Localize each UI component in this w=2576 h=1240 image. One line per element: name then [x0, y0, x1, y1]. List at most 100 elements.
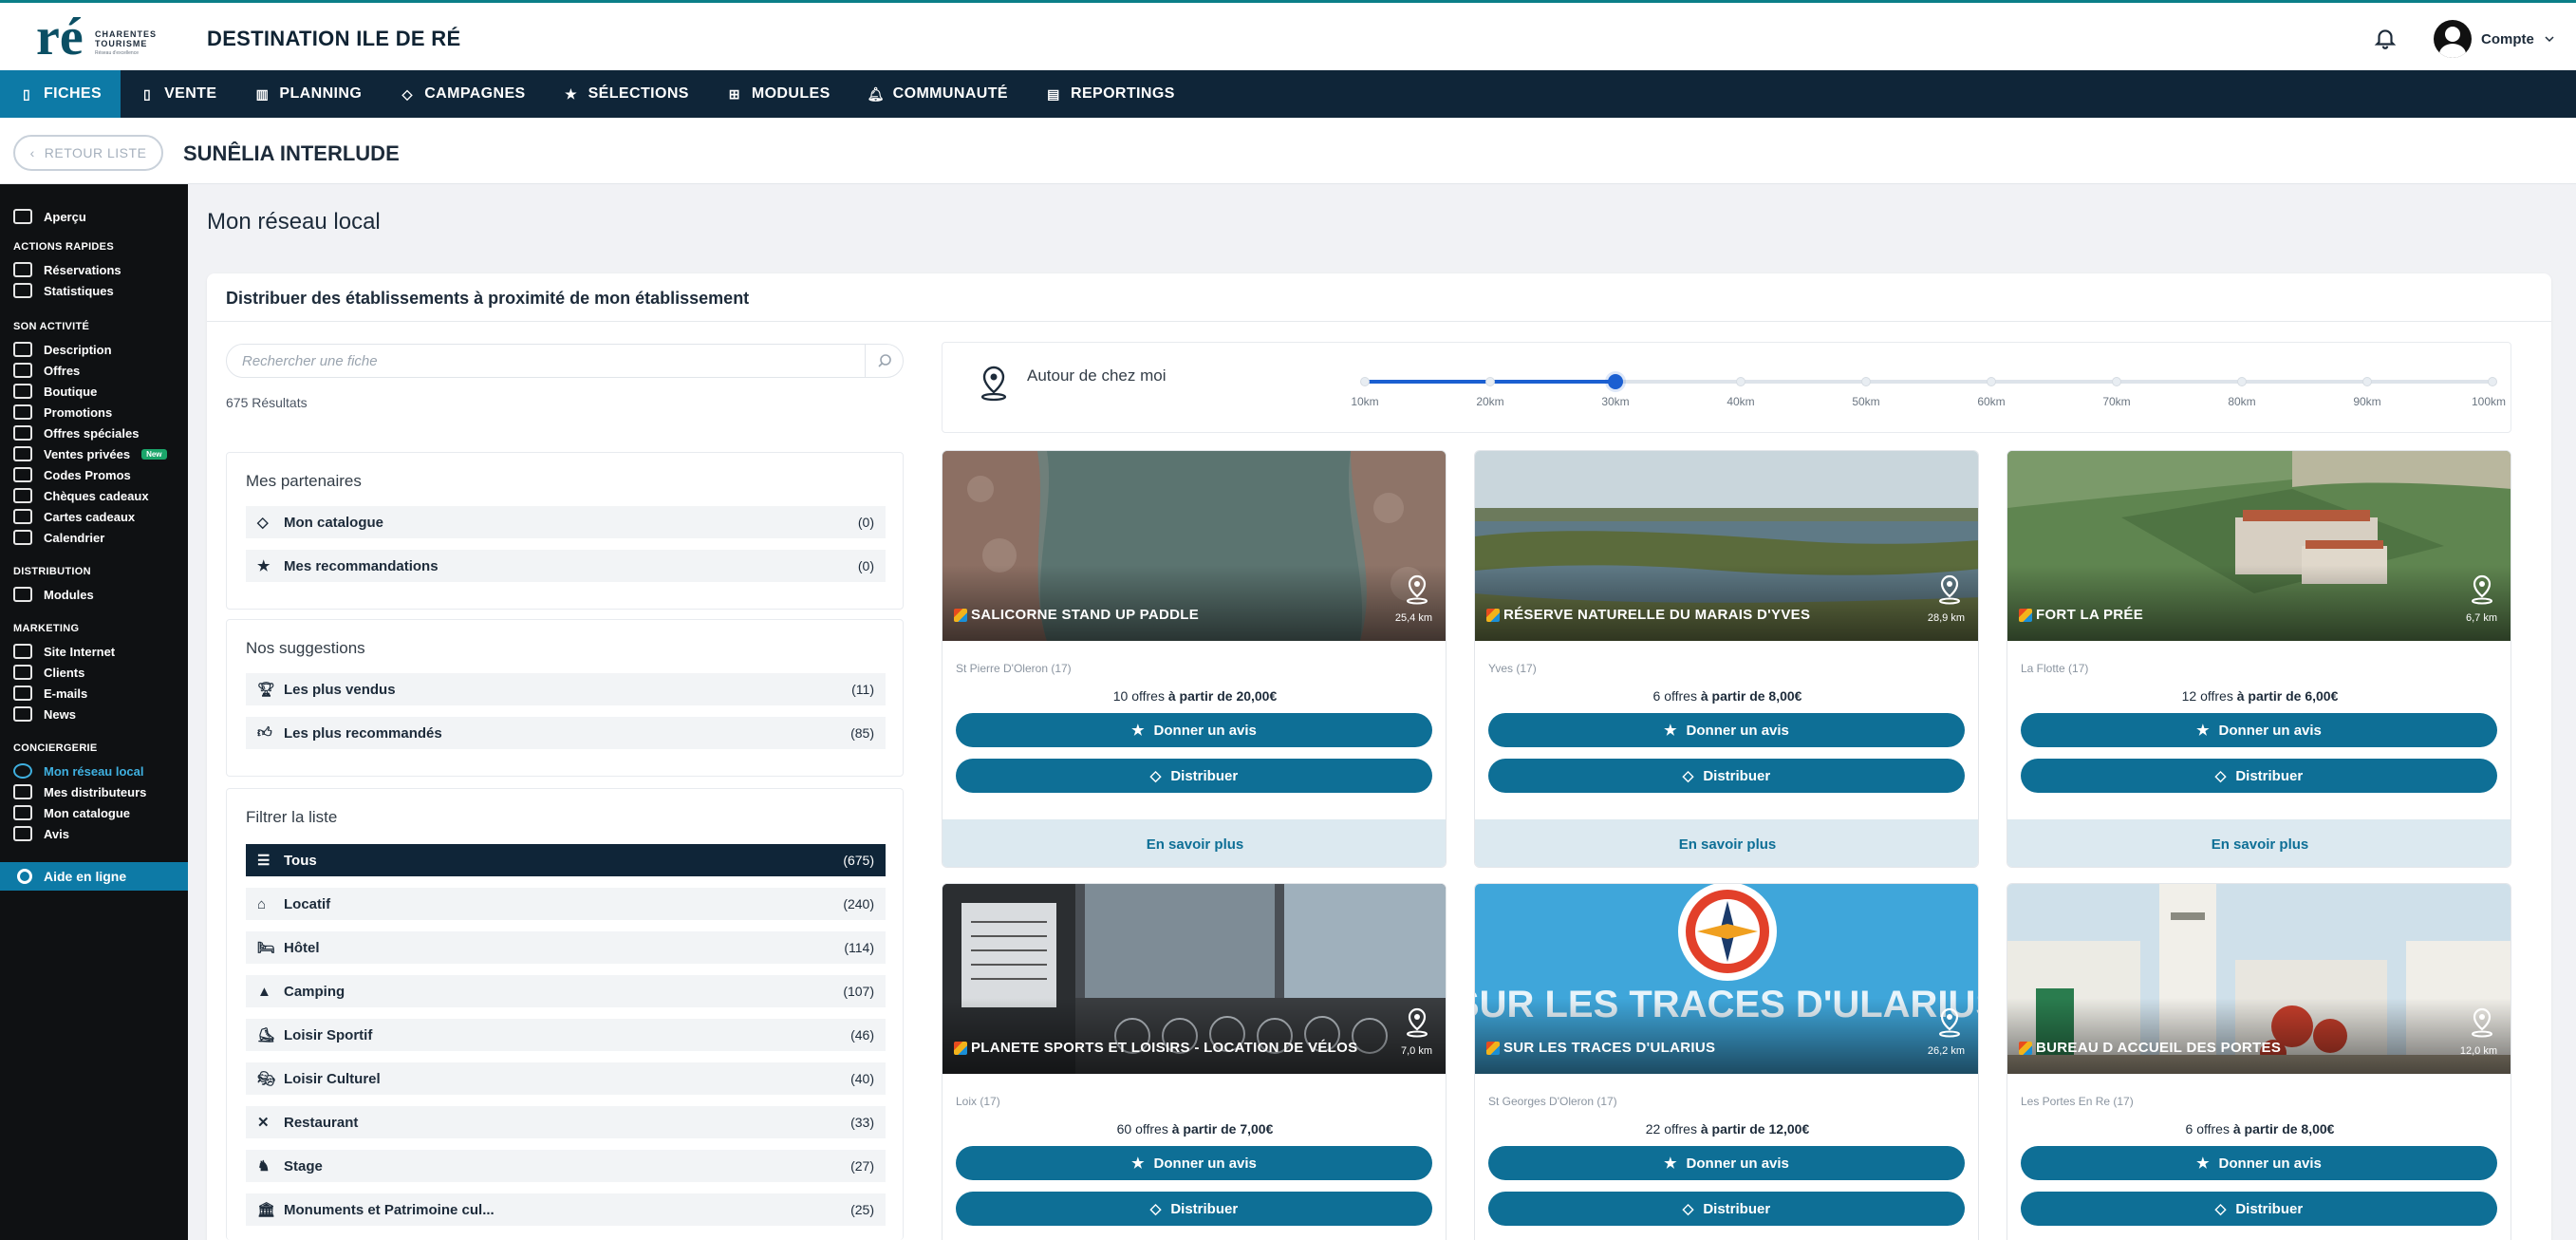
search-input[interactable] [227, 345, 863, 377]
sidebar-item-ventes-privees[interactable]: Ventes privées New [13, 444, 167, 463]
distribute-button[interactable]: ◇ Distribuer [1488, 1192, 1965, 1226]
sidebar-item-avis[interactable]: Avis [13, 824, 69, 843]
slider-tick[interactable] [1485, 377, 1495, 386]
card-title: BUREAU D ACCUEIL DES PORTES [2036, 1040, 2282, 1056]
sidebar-item-news[interactable]: News [13, 705, 76, 723]
sidebar-item-mes-distributeurs[interactable]: Mes distributeurs [13, 782, 146, 801]
more-info-button[interactable]: En savoir plus [943, 819, 1446, 867]
sidebar-item-calendrier[interactable]: Calendrier [13, 528, 104, 547]
filter-row-monuments[interactable]: 🏛︎ Monuments et Patrimoine cul... (25) [246, 1193, 886, 1226]
location-pin-icon [1404, 1007, 1430, 1038]
establishment-card[interactable]: FORT LA PRÉE 6,7 km La Flotte (17) 12 of… [2007, 450, 2511, 868]
account-menu[interactable]: Compte [2434, 20, 2555, 58]
more-info-button[interactable]: En savoir plus [1475, 819, 1978, 867]
establishment-card[interactable]: SALICORNE STAND UP PADDLE 25,4 km St Pie… [942, 450, 1447, 868]
slider-tick[interactable] [2112, 377, 2121, 386]
review-button[interactable]: ★ Donner un avis [1488, 713, 1965, 747]
distribute-button[interactable]: ◇ Distribuer [2021, 759, 2497, 793]
nav-reportings[interactable]: ▤ REPORTINGS [1027, 70, 1194, 118]
review-button[interactable]: ★ Donner un avis [956, 713, 1432, 747]
partners-title: Mes partenaires [246, 472, 362, 490]
sidebar-item-clients[interactable]: Clients [13, 663, 84, 682]
location-pin-icon [1936, 1007, 1963, 1038]
slider-tick[interactable] [1736, 377, 1745, 386]
distribute-button[interactable]: ◇ Distribuer [1488, 759, 1965, 793]
nav-modules[interactable]: ⊞ MODULES [708, 70, 849, 118]
card-distance: 6,7 km [2465, 612, 2497, 624]
establishment-card[interactable]: SUR LES TRACES D'ULARIUS SUR LES TRACES … [1474, 883, 1979, 1240]
sidebar-item-promotions[interactable]: Promotions [13, 403, 112, 422]
sidebar-item-description[interactable]: Description [13, 340, 112, 359]
slider-tick[interactable] [2237, 377, 2247, 386]
chevron-down-icon [2544, 33, 2555, 45]
nav-planning[interactable]: ▥ PLANNING [235, 70, 381, 118]
distance-slider-thumb[interactable] [1608, 374, 1623, 389]
sidebar-item-mon-catalogue[interactable]: Mon catalogue [13, 803, 130, 822]
nav-communaute[interactable]: 🔔︎ COMMUNAUTÉ [849, 70, 1027, 118]
establishment-card[interactable]: PLANETE SPORTS ET LOISIRS - LOCATION DE … [942, 883, 1447, 1240]
card-title: PLANETE SPORTS ET LOISIRS - LOCATION DE … [971, 1040, 1358, 1056]
sidebar-item-offres-speciales[interactable]: Offres spéciales [13, 423, 139, 442]
distribute-button[interactable]: ◇ Distribuer [956, 1192, 1432, 1226]
nav-vente[interactable]: ▯ VENTE [121, 70, 235, 118]
filter-row-tous[interactable]: ☰ Tous (675) [246, 844, 886, 876]
top-bar: ré CHARENTES TOURISME Réseau d'excellence… [0, 0, 2576, 70]
card-title: SUR LES TRACES D'ULARIUS [1503, 1040, 1716, 1056]
filter-row-loisir-sportif[interactable]: ⛸︎ Loisir Sportif (46) [246, 1019, 886, 1051]
sidebar-item-statistiques[interactable]: Statistiques [13, 281, 114, 300]
slider-tick[interactable] [1360, 377, 1370, 386]
distribute-button[interactable]: ◇ Distribuer [956, 759, 1432, 793]
review-button[interactable]: ★ Donner un avis [1488, 1146, 1965, 1180]
sidebar-item-boutique[interactable]: Boutique [13, 382, 97, 401]
more-info-button[interactable]: En savoir plus [2007, 819, 2511, 867]
sidebar-item-reservations[interactable]: Réservations [13, 260, 121, 279]
suggestions-row-plus-recommandes[interactable]: 👍︎ Les plus recommandés (85) [246, 717, 886, 749]
comment-icon [13, 826, 32, 841]
sidebar-item-offres[interactable]: Offres [13, 361, 80, 380]
establishment-card[interactable]: RÉSERVE NATURELLE DU MARAIS D'YVES 28,9 … [1474, 450, 1979, 868]
filter-row-locatif[interactable]: ⌂ Locatif (240) [246, 888, 886, 920]
star-icon: ★ [1664, 723, 1677, 739]
slider-tick[interactable] [2488, 377, 2497, 386]
sidebar-item-modules[interactable]: Modules [13, 585, 94, 604]
search-button[interactable] [865, 345, 903, 377]
sidebar-item-cheques-cadeaux[interactable]: Chèques cadeaux [13, 486, 149, 505]
filter-row-loisir-culturel[interactable]: 🎭︎ Loisir Culturel (40) [246, 1062, 886, 1095]
slider-tick[interactable] [2362, 377, 2372, 386]
review-button[interactable]: ★ Donner un avis [956, 1146, 1432, 1180]
nav-fiches[interactable]: ▯ FICHES [0, 70, 121, 118]
partners-row-catalogue[interactable]: ◇ Mon catalogue (0) [246, 506, 886, 538]
filter-row-camping[interactable]: ▲ Camping (107) [246, 975, 886, 1007]
search-icon [877, 353, 892, 368]
slider-tick[interactable] [1987, 377, 1996, 386]
notifications-bell-icon[interactable] [2373, 26, 2398, 50]
slider-tick[interactable] [1861, 377, 1871, 386]
nav-selections[interactable]: ★ SÉLECTIONS [545, 70, 708, 118]
review-button[interactable]: ★ Donner un avis [2021, 1146, 2497, 1180]
partners-row-recommandations[interactable]: ★ Mes recommandations (0) [246, 550, 886, 582]
sidebar-item-site-internet[interactable]: Site Internet [13, 642, 115, 661]
brand-logo[interactable]: ré CHARENTES TOURISME Réseau d'excellence [36, 10, 159, 66]
suggestions-row-plus-vendus[interactable]: 🏆︎ Les plus vendus (11) [246, 673, 886, 705]
online-help-button[interactable]: Aide en ligne [0, 862, 188, 891]
sidebar-item-mon-reseau-local[interactable]: Mon réseau local [13, 761, 143, 780]
review-button[interactable]: ★ Donner un avis [2021, 713, 2497, 747]
calendar-icon [13, 530, 32, 545]
monitor-icon [13, 644, 32, 659]
sidebar-item-cartes-cadeaux[interactable]: Cartes cadeaux [13, 507, 135, 526]
sidebar-item-emails[interactable]: E-mails [13, 684, 87, 703]
sidebar-item-codes-promos[interactable]: Codes Promos [13, 465, 131, 484]
document-icon: ▯ [22, 85, 31, 102]
sidebar-item-apercu[interactable]: Aperçu [13, 207, 86, 226]
distribute-button[interactable]: ◇ Distribuer [2021, 1192, 2497, 1226]
filter-row-hotel[interactable]: 🛏︎ Hôtel (114) [246, 931, 886, 964]
establishment-card[interactable]: BUREAU D ACCUEIL DES PORTES 12,0 km Les … [2007, 883, 2511, 1240]
filter-row-stage[interactable]: ♞ Stage (27) [246, 1150, 886, 1182]
logo-subtext: Réseau d'excellence [95, 50, 139, 56]
filter-row-restaurant[interactable]: ✕ Restaurant (33) [246, 1106, 886, 1138]
back-to-list-button[interactable]: ‹ RETOUR LISTE [13, 135, 163, 171]
card-offers: 12 offres à partir de 6,00€ [2181, 688, 2339, 704]
chart-icon: ▥ [255, 85, 270, 102]
nav-campagnes[interactable]: ◇ CAMPAGNES [381, 70, 544, 118]
slider-tick-label: 60km [1977, 395, 2006, 408]
